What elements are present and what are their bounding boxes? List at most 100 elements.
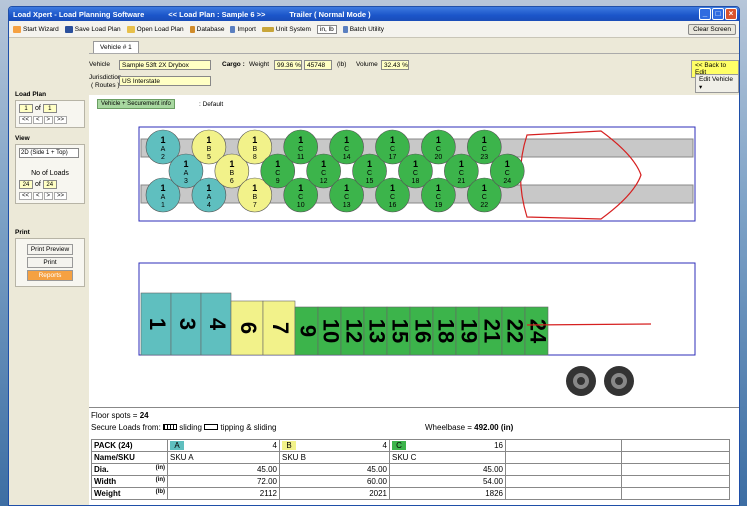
floor-spots: Floor spots = 24 [91, 411, 149, 420]
minimize-icon[interactable]: _ [699, 8, 711, 20]
load-plan-last[interactable]: >> [54, 116, 68, 124]
svg-text:1: 1 [252, 183, 257, 193]
load-plan-first[interactable]: << [19, 116, 33, 124]
svg-text:9: 9 [276, 178, 280, 185]
svg-text:C: C [344, 146, 349, 153]
svg-text:C: C [390, 194, 395, 201]
svg-text:1: 1 [229, 159, 234, 169]
pack-col-a: A4 [167, 439, 280, 452]
svg-text:1: 1 [321, 159, 326, 169]
loads-current[interactable]: 24 [19, 180, 33, 189]
load-plan-current[interactable]: 1 [19, 104, 33, 113]
svg-text:1: 1 [367, 159, 372, 169]
weight-cell: 2021 [279, 487, 390, 500]
svg-text:15: 15 [366, 178, 374, 185]
toolbar: Start Wizard Save Load Plan Open Load Pl… [9, 21, 739, 38]
side-roll-label: 16 [411, 319, 436, 343]
start-wizard-button[interactable]: Start Wizard [13, 25, 59, 33]
volume-label: Volume [356, 61, 378, 68]
weight-label: Weight [249, 61, 270, 68]
clear-screen-button[interactable]: Clear Screen [688, 24, 736, 35]
save-load-plan-button[interactable]: Save Load Plan [64, 25, 121, 33]
dia-cell: 45.00 [279, 463, 390, 476]
svg-text:2: 2 [161, 154, 165, 161]
import-icon [230, 25, 236, 33]
edit-vehicle-button[interactable]: Edit Vehicle ▾ [695, 74, 739, 93]
batch-utility-button[interactable]: Batch Utility [342, 25, 384, 33]
svg-text:C: C [482, 194, 487, 201]
import-button[interactable]: Import [230, 25, 256, 33]
loads-last[interactable]: >> [54, 192, 68, 200]
svg-text:12: 12 [320, 178, 328, 185]
svg-text:A: A [161, 194, 166, 201]
unit-system-value[interactable]: in, lb [316, 24, 337, 34]
tipping-icon [204, 424, 219, 430]
cargo-roll-24[interactable]: 1C24 [489, 153, 525, 189]
jurisdiction-field[interactable]: US Interstate [119, 76, 211, 86]
width-header: Width (in) [91, 475, 168, 488]
side-roll-label: 3 [175, 318, 200, 330]
loads-prev[interactable]: < [33, 192, 43, 200]
database-button[interactable]: Database [189, 25, 224, 33]
svg-text:17: 17 [389, 154, 397, 161]
svg-text:1: 1 [275, 159, 280, 169]
maximize-icon[interactable]: □ [712, 8, 724, 20]
sku-cell: SKU B [279, 451, 390, 464]
svg-text:C: C [367, 170, 372, 177]
ruler-icon [261, 26, 274, 32]
side-roll-label: 22 [503, 319, 528, 343]
reports-button[interactable]: Reports [27, 270, 73, 281]
loads-of: of [34, 181, 41, 188]
loads-next[interactable]: > [43, 192, 54, 200]
view-select[interactable]: 2D (Side 1 + Top) [19, 148, 79, 158]
wheel-icon [566, 366, 596, 396]
close-icon[interactable]: × [725, 8, 737, 20]
unit-system-button[interactable]: Unit System [261, 26, 311, 33]
svg-text:24: 24 [503, 178, 511, 185]
svg-text:1: 1 [252, 135, 257, 145]
svg-text:C: C [505, 170, 510, 177]
svg-text:1: 1 [459, 159, 464, 169]
svg-text:C: C [298, 146, 303, 153]
svg-text:B: B [252, 194, 257, 201]
vehicle-header: Vehicle Sample 53ft 2X Drybox Jurisdicti… [89, 53, 739, 97]
dia-header: Dia. (in) [91, 463, 168, 476]
pack-header: PACK (24) [91, 439, 168, 452]
svg-text:C: C [298, 194, 303, 201]
svg-text:5: 5 [207, 154, 211, 161]
side-roll-label: 7 [268, 322, 293, 334]
width-cell: 54.00 [389, 475, 506, 488]
weight-value: 45748 [304, 60, 332, 70]
svg-text:22: 22 [480, 202, 488, 209]
open-load-plan-button[interactable]: Open Load Plan [126, 25, 184, 33]
svg-text:3: 3 [184, 178, 188, 185]
vehicle-field[interactable]: Sample 53ft 2X Drybox [119, 60, 211, 70]
jurisdiction-label: Jurisdiction [89, 74, 122, 81]
no-of-loads-label: No of Loads [31, 170, 69, 177]
secure-loads: Secure Loads from: sliding tipping & sli… [91, 423, 277, 432]
loads-first[interactable]: << [19, 192, 33, 200]
svg-text:A: A [161, 146, 166, 153]
print-preview-button[interactable]: Print Preview [27, 244, 73, 255]
svg-text:16: 16 [389, 202, 397, 209]
loads-total: 24 [42, 180, 57, 189]
pack-col-c: C 16 [389, 439, 506, 452]
load-plan-next[interactable]: > [43, 116, 54, 124]
pack-table: PACK (24) A4 B4 C 16 Name/SKU SKU A SKU B… [91, 439, 730, 500]
tab-vehicle-1[interactable]: Vehicle # 1 [93, 41, 139, 53]
side-roll-label: 6 [236, 322, 261, 334]
app-window: Load Xpert - Load Planning Software << L… [8, 6, 740, 506]
svg-text:1: 1 [298, 183, 303, 193]
side-roll-label: 18 [434, 319, 459, 343]
load-plan-prev[interactable]: < [33, 116, 43, 124]
app-title: Load Xpert - Load Planning Software [13, 9, 145, 19]
svg-text:6: 6 [230, 178, 234, 185]
load-diagram: 1A21A11A31B51A41B61B81B71C91C111C101C121… [138, 126, 696, 396]
print-button[interactable]: Print [27, 257, 73, 268]
wizard-icon [13, 25, 21, 33]
load-plan-total: 1 [42, 104, 57, 113]
weight-percent: 99.36 % [274, 60, 302, 70]
svg-text:1: 1 [505, 159, 510, 169]
wheelbase: Wheelbase = 492.00 (in) [425, 423, 514, 432]
svg-text:1: 1 [344, 135, 349, 145]
